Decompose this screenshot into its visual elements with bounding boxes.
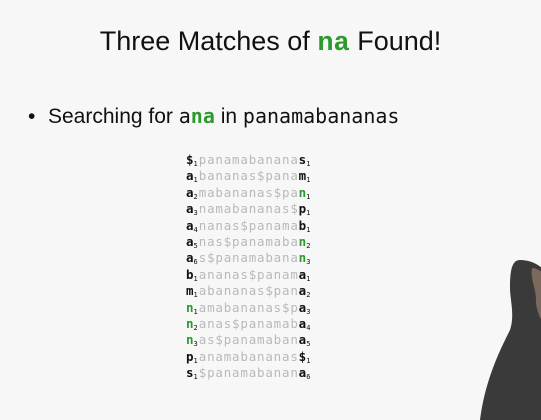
rotation-middle: anas$panamab (198, 315, 299, 331)
first-column-char: s (186, 365, 194, 381)
matrix-row: a5nas$panamaban2 (186, 234, 311, 250)
rotation-middle: s$panamabana (198, 250, 299, 266)
rotation-middle: nanas$panama (198, 217, 299, 233)
first-column-index: 5 (193, 241, 198, 250)
first-column-char: a (186, 233, 194, 249)
pattern-rest: na (190, 104, 215, 128)
matrix-row: b1ananas$panama1 (186, 267, 311, 283)
title-before: Three Matches of (99, 26, 318, 56)
last-column-index: 3 (306, 258, 311, 267)
first-column-char: a (186, 201, 194, 217)
speaker-silhouette (480, 260, 541, 420)
rotation-middle: bananas$pana (198, 168, 299, 184)
last-column-index: 2 (306, 241, 311, 250)
matrix-row: s1$panamabanana6 (186, 365, 311, 381)
last-column-index: 1 (306, 176, 311, 185)
matrix-row: n2anas$panamaba4 (186, 316, 311, 332)
title-after: Found! (349, 26, 442, 56)
rotation-middle: abananas$pan (198, 283, 299, 299)
bwt-matrix: $1panamabananas1 a1bananas$panam1 a2mabana… (186, 152, 311, 381)
matrix-row: a6s$panamabanan3 (186, 250, 311, 266)
matrix-row: $1panamabananas1 (186, 152, 311, 168)
first-column-char: a (186, 250, 194, 266)
last-column-index: 3 (306, 307, 311, 316)
first-column-char: $ (186, 152, 194, 167)
last-column-index: 1 (306, 225, 311, 234)
first-column-index: 1 (193, 176, 198, 185)
first-column-index: 6 (193, 258, 198, 267)
matrix-row: a2mabananas$pan1 (186, 185, 311, 201)
first-column-index: 3 (193, 209, 198, 218)
first-column-char: b (186, 266, 194, 282)
last-column-index: 4 (306, 323, 311, 332)
rotation-middle: panamabanana (198, 152, 299, 167)
rotation-middle: ananas$panam (198, 266, 299, 282)
target-text: panamabananas (242, 104, 400, 128)
slide-title: Three Matches of na Found! (0, 26, 541, 59)
matrix-row: p1anamabananas$1 (186, 349, 311, 365)
last-column-index: 1 (306, 160, 311, 168)
first-column-char: a (186, 184, 194, 200)
first-column-index: 4 (193, 225, 198, 234)
first-column-char: n (186, 332, 194, 348)
first-column-char: m (186, 283, 194, 299)
first-column-index: 1 (193, 274, 198, 283)
matrix-row: n1amabananas$pa3 (186, 300, 311, 316)
rotation-middle: amabananas$p (198, 299, 299, 315)
matrix-row: a1bananas$panam1 (186, 168, 311, 184)
rotation-middle: nas$panamaba (198, 233, 299, 249)
first-column-index: 1 (193, 356, 198, 365)
first-column-index: 1 (193, 373, 198, 382)
rotation-middle: as$panamaban (198, 332, 299, 348)
last-column-index: 6 (306, 373, 311, 382)
first-column-char: a (186, 168, 194, 184)
matrix-row: m1abananas$pana2 (186, 283, 311, 299)
first-column-index: 2 (193, 192, 198, 201)
matrix-row: a3namabananas$p1 (186, 201, 311, 217)
title-highlight: na (317, 29, 350, 59)
last-column-index: 1 (306, 192, 311, 201)
rotation-middle: mabananas$pa (198, 184, 299, 200)
last-column-index: 1 (306, 356, 311, 365)
rotation-middle: anamabananas (198, 348, 299, 364)
first-column-index: 1 (193, 291, 198, 300)
matrix-row: a4nanas$panamab1 (186, 218, 311, 234)
matrix-row: n3as$panamabana5 (186, 332, 311, 348)
first-column-char: a (186, 217, 194, 233)
first-column-index: 2 (193, 323, 198, 332)
first-column-char: n (186, 299, 194, 315)
bullet-text: Searching for (48, 105, 179, 128)
first-column-index: 1 (193, 160, 198, 168)
bullet-symbol: • (28, 105, 36, 128)
first-column-char: n (186, 315, 194, 331)
last-column-index: 5 (306, 340, 311, 349)
last-column-index: 1 (306, 209, 311, 218)
last-column-index: 2 (306, 291, 311, 300)
pattern-first: a (178, 104, 191, 128)
first-column-index: 3 (193, 340, 198, 349)
last-column-index: 1 (306, 274, 311, 283)
bullet-point: • Searching for ana in panamabananas (28, 104, 399, 129)
rotation-middle: namabananas$ (198, 201, 299, 217)
first-column-index: 1 (193, 307, 198, 316)
first-column-char: p (186, 348, 194, 364)
rotation-middle: $panamabanan (198, 365, 299, 381)
bullet-connector: in (214, 105, 243, 128)
pattern-text: ana (179, 104, 215, 128)
